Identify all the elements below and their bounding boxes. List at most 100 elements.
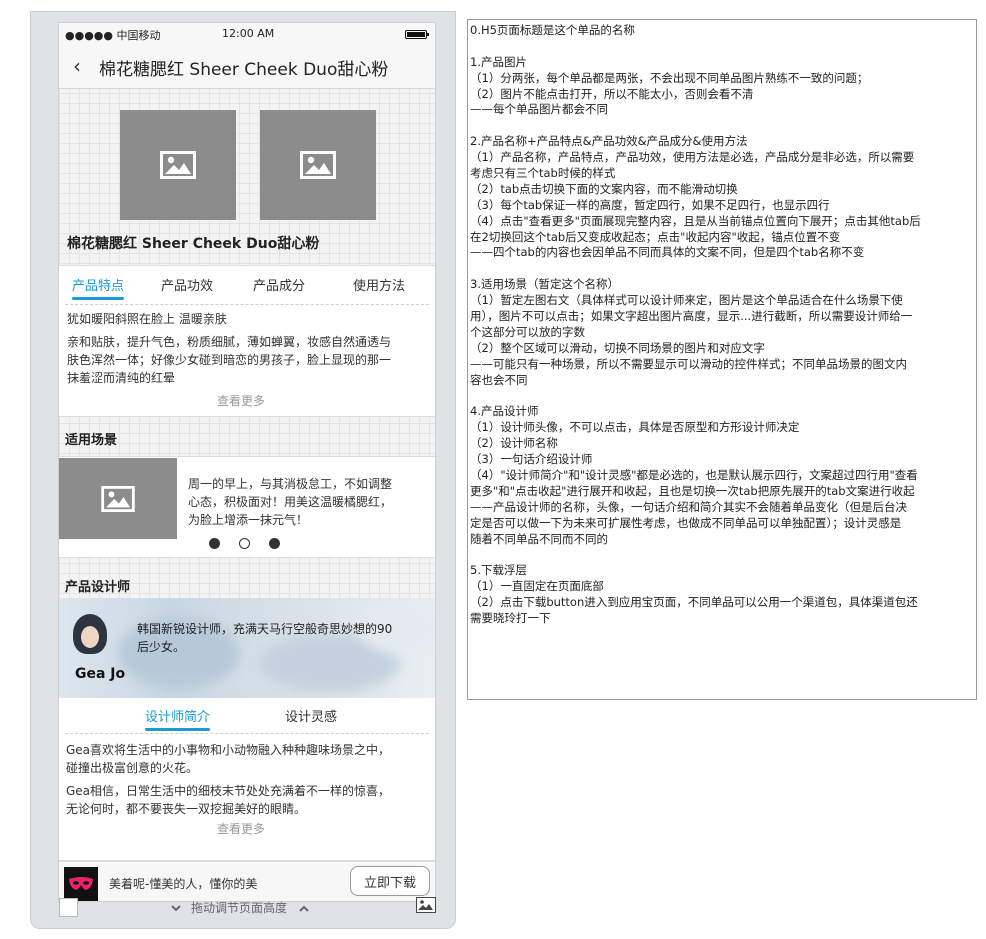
- note-line: ——产品设计师的名称，头像，一句话介绍和简介其实不会随着单品变化（但是后台决: [470, 499, 907, 514]
- chevron-up-icon: [299, 905, 309, 912]
- image-icon[interactable]: [416, 897, 436, 913]
- note-line: 随着不同单品不同而不同的: [470, 531, 608, 546]
- tab-ingredients[interactable]: 产品成分: [253, 275, 305, 294]
- tab-designer-bio[interactable]: 设计师简介: [145, 706, 211, 731]
- note-line: 考虑只有三个tab时候的样式: [470, 166, 616, 181]
- tab-content-line: 肤色浑然一体；好像少女碰到暗恋的男孩子，脸上显现的那一: [67, 353, 392, 367]
- nav-bar: ‹ 棉花糖腮红 Sheer Cheek Duo甜心粉: [59, 45, 435, 89]
- designer-intro: 韩国新锐设计师，充满天马行空般奇思妙想的90 后少女。: [137, 620, 423, 656]
- note-line: 用），图片不可以点击；如果文字超出图片高度，显示...进行截断，所以需要设计师给…: [470, 309, 913, 324]
- view-more-link[interactable]: 查看更多: [217, 820, 265, 837]
- note-line: 4.产品设计师: [470, 404, 539, 419]
- note-line: [470, 547, 973, 563]
- note-line: 在2切换回这个tab后又变成收起态；点击"收起内容"收起，锚点位置不变: [470, 229, 841, 244]
- tab-content-line: 犹如暖阳斜照在脸上 温暖亲肤: [67, 312, 227, 326]
- product-image-1: [120, 110, 236, 220]
- tab-divider: [65, 304, 429, 305]
- note-line: 2.产品名称+产品特点&产品功效&产品成分&使用方法: [470, 134, 748, 149]
- image-placeholder-icon: [101, 485, 135, 512]
- back-arrow-icon[interactable]: ‹: [73, 54, 81, 78]
- note-line: ——四个tab的内容也会因单品不同而具体的文案不同，但是四个tab名称不变: [470, 245, 865, 260]
- designer-tabs-card: 设计师简介 设计灵感 Gea喜欢将生活中的小事物和小动物融入种种趣味场景之中， …: [59, 698, 435, 861]
- scene-line: 为脸上增添一抹元气！: [188, 513, 309, 527]
- frame-footer: 拖动调节页面高度: [31, 892, 455, 928]
- note-line: （3）一句话介绍设计师: [470, 452, 593, 467]
- designer-name: Gea Jo: [75, 666, 126, 682]
- note-line: （4）"设计师简介"和"设计灵感"都是必选的，也是默认展示四行，文案超过四行用"…: [470, 467, 918, 482]
- note-line: 5.下载浮层: [470, 563, 527, 578]
- note-line: 更多"和"点击收起"进行展开和收起，且也是切换一次tab把原先展开的tab文案进…: [470, 483, 915, 498]
- product-name: 棉花糖腮红 Sheer Cheek Duo甜心粉: [67, 236, 320, 252]
- designer-bio-para: Gea相信，日常生活中的细枝末节处处充满着不一样的惊喜， 无论何时，都不要丧失一…: [66, 782, 428, 818]
- product-tabs-card: 产品特点 产品功效 产品成分 使用方法 犹如暖阳斜照在脸上 温暖亲肤 亲和贴肤，…: [59, 265, 435, 417]
- note-line: （2）图片不能点击打开，所以不能太小，否则会看不清: [470, 86, 754, 101]
- note-line: （1）一直固定在页面底部: [470, 579, 604, 594]
- note-line: 个这部分可以放的字数: [470, 324, 585, 339]
- tab-features[interactable]: 产品特点: [72, 275, 125, 300]
- clock: 12:00 AM: [222, 27, 275, 40]
- note-line: （3）每个tab保证一样的高度，暂定四行，如果不足四行，也显示四行: [470, 197, 830, 212]
- note-line: （1）暂定左图右文（具体样式可以设计师来定，图片是这个单品适合在什么场景下使: [470, 293, 903, 308]
- note-line: ——每个单品图片都会不同: [470, 102, 608, 117]
- annotation-notes-panel: 0.H5页面标题是这个单品的名称 1.产品图片 （1）分两张，每个单品都是两张，不会…: [467, 19, 977, 700]
- tab-content-line: 亲和贴肤，提升气色，粉质细腻，薄如蝉翼，妆感自然通透与: [67, 335, 392, 349]
- image-glyph: [418, 900, 433, 910]
- note-line: （2）tab点击切换下面的文案内容，而不能滑动切换: [470, 181, 738, 196]
- scene-section-title: 适用场景: [65, 433, 118, 448]
- note-line: [470, 118, 973, 134]
- bio-line: Gea相信，日常生活中的细枝末节处处充满着不一样的惊喜，: [66, 784, 391, 798]
- note-line: 0.H5页面标题是这个单品的名称: [470, 23, 635, 37]
- bio-line: 无论何时，都不要丧失一双挖掘美好的眼睛。: [66, 802, 307, 816]
- note-line: （1）分两张，每个单品都是两张，不会出现不同单品图片熟练不一致的问题；: [470, 70, 869, 85]
- scene-line: 周一的早上，与其消极怠工，不如调整: [188, 477, 393, 491]
- chevron-down-icon: [171, 905, 181, 912]
- note-line: 定是否可以做一下为未来可扩展性考虑，也做成不同单品可以单独配置）；设计灵感是: [470, 515, 902, 530]
- carousel-dot[interactable]: [209, 538, 220, 549]
- designer-section-title: 产品设计师: [65, 580, 131, 595]
- bio-line: Gea喜欢将生活中的小事物和小动物融入种种趣味场景之中，: [66, 743, 391, 757]
- note-line: 需要晓玲打一下: [470, 610, 551, 625]
- designer-bio-para: Gea喜欢将生活中的小事物和小动物融入种种趣味场景之中， 碰撞出极富创意的火花。: [66, 741, 428, 777]
- image-placeholder-icon: [160, 151, 196, 179]
- page-title: 棉花糖腮红 Sheer Cheek Duo甜心粉: [99, 60, 389, 80]
- note-line: （2）点击下载button进入到应用宝页面，不同单品可以公用一个渠道包，具体渠道…: [470, 595, 918, 610]
- tab-usage[interactable]: 使用方法: [353, 275, 405, 294]
- view-more-link[interactable]: 查看更多: [217, 392, 265, 409]
- scene-card: 周一的早上，与其消极怠工，不如调整 心态，积极面对！用美这温暖橘腮红， 为脸上增…: [59, 456, 435, 558]
- note-line: （4）点击"查看更多"页面展现完整内容，且是从当前锚点位置向下展开；点击其他ta…: [470, 213, 921, 228]
- resize-label: 拖动调节页面高度: [191, 901, 288, 915]
- tab-effects[interactable]: 产品功效: [161, 275, 213, 294]
- status-bar: ●●●●● 中国移动 12:00 AM: [59, 23, 435, 45]
- scene-line: 心态，积极面对！用美这温暖橘腮红，: [188, 495, 393, 509]
- notes-body: 0.H5页面标题是这个单品的名称 1.产品图片 （1）分两张，每个单品都是两张，不会…: [470, 23, 973, 627]
- designer-avatar: [73, 614, 107, 654]
- note-line: （1）设计师头像，不可以点击，具体是否原型和方形设计师决定: [470, 420, 800, 435]
- carousel-dot[interactable]: [239, 538, 250, 549]
- frame-checkbox[interactable]: [59, 898, 78, 917]
- designer-banner: Gea Jo 韩国新锐设计师，充满天马行空般奇思妙想的90 后少女。: [59, 598, 435, 698]
- prototype-page: ●●●●● 中国移动 12:00 AM ‹ 棉花糖腮红 Sheer Cheek …: [0, 0, 986, 939]
- carousel-dot[interactable]: [269, 538, 280, 549]
- battery-icon: [405, 30, 429, 39]
- note-line: 容也会不同: [470, 372, 528, 387]
- note-line: 3.适用场景（暂定这个名称）: [470, 277, 619, 292]
- designer-intro-line: 后少女。: [137, 640, 186, 654]
- tab-content-line: 抹羞涩而清纯的红晕: [67, 371, 176, 385]
- product-image-2: [260, 110, 376, 220]
- note-line: [470, 388, 973, 404]
- phone-frame: ●●●●● 中国移动 12:00 AM ‹ 棉花糖腮红 Sheer Cheek …: [30, 11, 456, 929]
- designer-intro-line: 韩国新锐设计师，充满天马行空般奇思妙想的90: [137, 622, 393, 636]
- image-placeholder-icon: [300, 151, 336, 179]
- download-slogan: 美着呢-懂美的人，懂你的美: [109, 877, 258, 891]
- scene-image: [59, 458, 177, 539]
- tab-design-inspiration[interactable]: 设计灵感: [285, 706, 337, 725]
- tab-divider: [65, 733, 429, 734]
- resize-handle[interactable]: 拖动调节页面高度: [171, 899, 309, 916]
- carrier-label: ●●●●● 中国移动: [65, 29, 161, 42]
- note-line: [470, 39, 973, 55]
- bio-line: 碰撞出极富创意的火花。: [66, 761, 199, 775]
- scene-description: 周一的早上，与其消极怠工，不如调整 心态，积极面对！用美这温暖橘腮红， 为脸上增…: [188, 475, 426, 529]
- note-line: [470, 261, 973, 277]
- note-line: （2）设计师名称: [470, 436, 558, 451]
- note-line: （1）产品名称，产品特点，产品功效，使用方法是必选，产品成分是非必选，所以需要: [470, 150, 915, 165]
